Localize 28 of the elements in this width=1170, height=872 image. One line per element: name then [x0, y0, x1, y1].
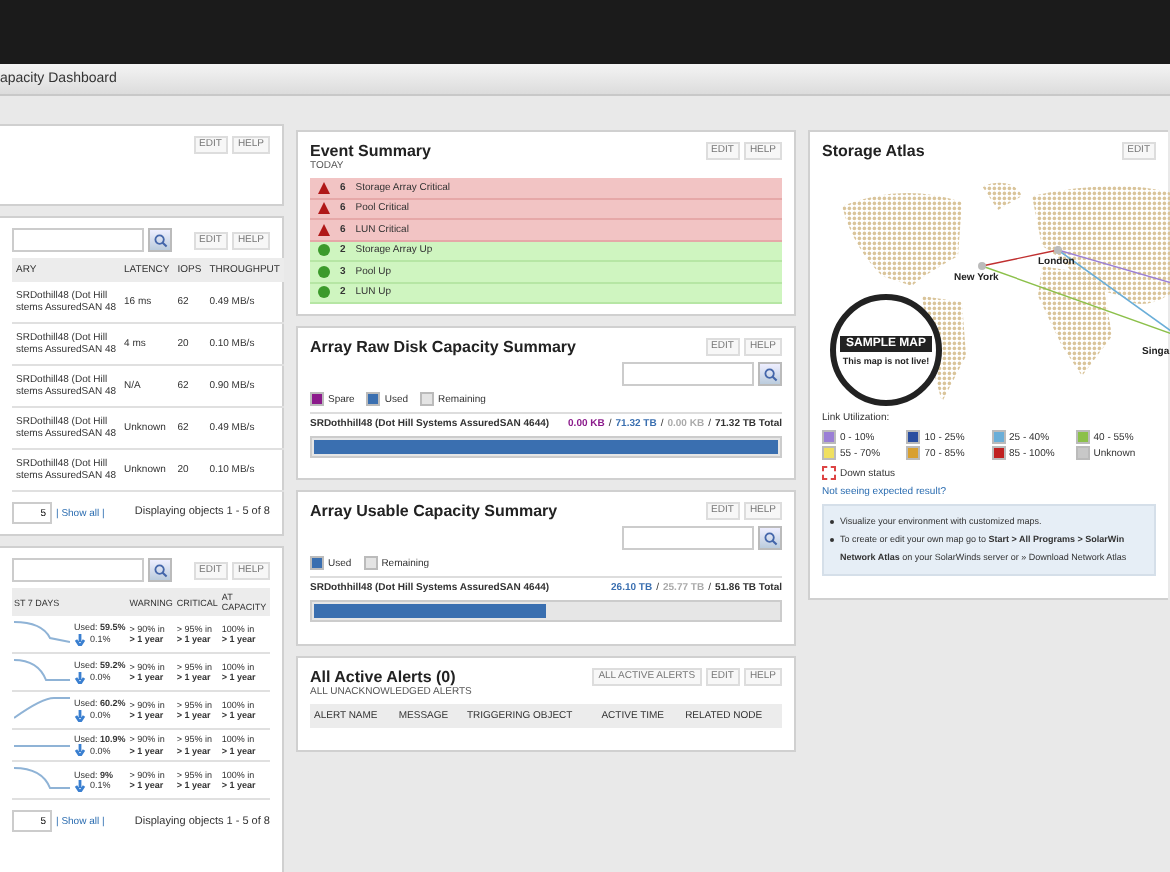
panel-title: Storage Atlas	[822, 142, 925, 160]
arrow-icon	[74, 709, 86, 722]
search-icon	[763, 531, 777, 545]
search-field[interactable]	[12, 558, 144, 582]
panel-title: Array Raw Disk Capacity Summary	[310, 338, 576, 356]
search-button[interactable]	[148, 228, 172, 252]
search-icon	[153, 563, 167, 577]
sparkline-drawing	[14, 658, 70, 682]
panel-title: All Active Alerts (0)	[310, 668, 458, 686]
sparkline-drawing	[14, 620, 70, 644]
search-button[interactable]	[148, 558, 172, 582]
arrow-icon	[74, 633, 86, 646]
search-icon	[153, 233, 167, 247]
panel-title: Array Usable Capacity Summary	[310, 502, 558, 520]
sparkline-drawing	[14, 696, 70, 720]
arrow-icon	[74, 780, 86, 793]
sparkline-drawing	[14, 743, 70, 748]
arrow-icon	[74, 744, 86, 757]
search-field[interactable]	[12, 228, 144, 252]
down-status-swatch	[822, 466, 836, 480]
search-field[interactable]	[622, 526, 754, 550]
search-button[interactable]	[758, 526, 782, 550]
panel-title: Event Summary	[310, 142, 431, 160]
sparkline-drawing	[14, 766, 70, 791]
arrow-icon	[74, 671, 86, 684]
search-button[interactable]	[758, 362, 782, 386]
search-field[interactable]	[622, 362, 754, 386]
search-icon	[763, 367, 777, 381]
